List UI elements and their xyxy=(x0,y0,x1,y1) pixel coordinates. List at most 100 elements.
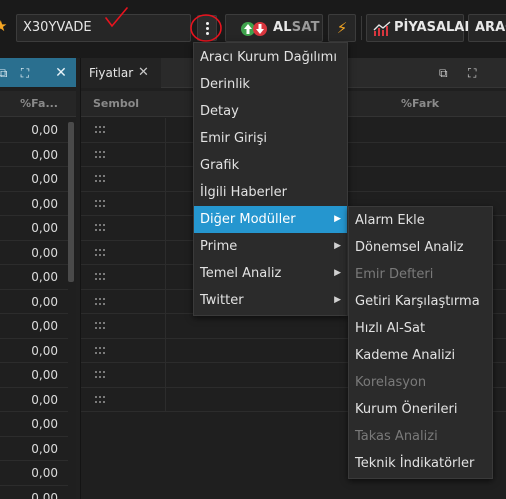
table-row[interactable]: 0,00 xyxy=(0,388,68,412)
table-row[interactable]: 0,00 xyxy=(0,241,68,265)
table-row[interactable]: 0,00 xyxy=(0,118,68,143)
drag-grip-icon[interactable] xyxy=(95,322,105,330)
drag-grip-icon[interactable] xyxy=(95,224,105,232)
table-row[interactable]: 0,00 xyxy=(0,437,68,461)
column-divider xyxy=(165,338,166,363)
drag-grip-icon[interactable] xyxy=(95,199,105,208)
submenu-item: Korelasyon xyxy=(349,369,492,396)
pct-value: 0,00 xyxy=(31,270,58,284)
drag-grip-icon[interactable] xyxy=(95,371,105,379)
table-row[interactable]: 0,00 xyxy=(0,216,68,241)
pct-value: 0,00 xyxy=(31,343,58,358)
drag-grip-icon[interactable] xyxy=(95,126,105,134)
menu-item[interactable]: Diğer Modüller ▶ xyxy=(194,206,347,233)
table-row[interactable]: 0,00 xyxy=(0,265,68,290)
tab-fiyatlar[interactable]: Fiyatlar ✕ xyxy=(81,58,161,88)
table-row[interactable]: 0,00 xyxy=(0,363,68,388)
pct-value: 0,00 xyxy=(31,123,58,137)
piyasalar-button[interactable]: PİYASALAR xyxy=(366,14,474,42)
menu-item[interactable]: Prime ▶ xyxy=(194,233,347,260)
tab-close-icon[interactable]: ✕ xyxy=(138,58,149,88)
column-divider xyxy=(165,265,166,289)
table-row[interactable]: 0,00 xyxy=(0,192,68,216)
table-row[interactable]: 0,00 xyxy=(0,339,68,363)
table-row[interactable]: 0,00 xyxy=(0,486,68,499)
table-row[interactable]: 0,00 xyxy=(0,461,68,486)
submenu-arrow-icon: ▶ xyxy=(334,268,341,278)
pct-value: 0,00 xyxy=(31,245,58,260)
column-divider xyxy=(165,191,166,216)
al-sat-label: ALSAT xyxy=(273,20,320,35)
table-row[interactable]: 0,00 xyxy=(0,167,68,192)
table-row[interactable]: 0,00 xyxy=(0,143,68,167)
lightning-button[interactable]: ⚡ xyxy=(328,14,356,42)
table-row[interactable]: 0,00 xyxy=(0,412,68,437)
column-divider xyxy=(165,387,166,412)
expand-icon[interactable]: ⛶ xyxy=(468,66,482,80)
submenu-item[interactable]: Getiri Karşılaştırma xyxy=(349,288,492,315)
tab-fiyatlar-label: Fiyatlar xyxy=(89,66,134,80)
al-sat-button[interactable]: ALSAT xyxy=(225,14,323,42)
column-divider xyxy=(165,216,166,240)
menu-item[interactable]: Twitter ▶ xyxy=(194,287,347,314)
diger-moduller-submenu: Alarm Ekle Dönemsel Analiz Emir Defteri Get… xyxy=(348,206,493,479)
drag-grip-icon[interactable] xyxy=(95,150,105,159)
drag-grip-icon[interactable] xyxy=(95,248,105,257)
app-root: ★ X30YVADE ALSAT ⚡ PİYASALAR ARA ⧉ ⛶ ✕ %… xyxy=(0,0,506,499)
close-icon[interactable]: ✕ xyxy=(54,66,68,80)
submenu-item[interactable]: Kademe Analizi xyxy=(349,342,492,369)
menu-item[interactable]: Detay xyxy=(194,98,347,125)
drag-grip-icon[interactable] xyxy=(95,175,105,183)
favorite-star-icon[interactable]: ★ xyxy=(0,18,10,34)
menu-item[interactable]: Temel Analiz ▶ xyxy=(194,260,347,287)
menu-item[interactable]: Aracı Kurum Dağılımı xyxy=(194,44,347,71)
chart-trend-icon xyxy=(373,21,391,36)
submenu-item[interactable]: Hızlı Al-Sat xyxy=(349,315,492,342)
pct-value: 0,00 xyxy=(31,392,58,407)
column-header-symbol[interactable]: Sembol xyxy=(93,91,139,117)
submenu-item-label: Emir Defteri xyxy=(355,267,434,282)
column-divider xyxy=(165,240,166,265)
drag-grip-icon[interactable] xyxy=(95,297,105,306)
menu-item[interactable]: Derinlik xyxy=(194,71,347,98)
drag-grip-icon[interactable] xyxy=(95,273,105,281)
menu-item-label: Diğer Modüller xyxy=(200,212,296,227)
expand-icon[interactable]: ⛶ xyxy=(18,66,32,80)
column-header-pct-change[interactable]: %Fark xyxy=(401,91,439,117)
menu-item-label: Twitter xyxy=(200,293,244,308)
table-row[interactable]: 0,00 xyxy=(0,290,68,314)
submenu-item[interactable]: Alarm Ekle xyxy=(349,207,492,234)
pct-value: 0,00 xyxy=(31,172,58,186)
left-scrollbar[interactable] xyxy=(68,122,74,282)
pct-value: 0,00 xyxy=(31,196,58,211)
submenu-item[interactable]: Teknik İndikatörler xyxy=(349,450,492,477)
checkmark-annotation-icon xyxy=(105,7,128,28)
menu-item-label: İlgili Haberler xyxy=(200,185,287,200)
column-divider xyxy=(165,118,166,142)
menu-item[interactable]: İlgili Haberler xyxy=(194,179,347,206)
popout-icon[interactable]: ⧉ xyxy=(0,66,10,80)
submenu-item[interactable]: Dönemsel Analiz xyxy=(349,234,492,261)
piyasalar-label: PİYASALAR xyxy=(394,20,475,35)
popout-icon[interactable]: ⧉ xyxy=(439,66,453,80)
submenu-item-label: Hızlı Al-Sat xyxy=(355,321,426,336)
column-divider xyxy=(165,142,166,167)
menu-item-label: Emir Girişi xyxy=(200,131,267,146)
column-header-pct[interactable]: %Fa... xyxy=(20,91,58,117)
submenu-item[interactable]: Kurum Önerileri xyxy=(349,396,492,423)
submenu-item-label: Korelasyon xyxy=(355,375,427,390)
pct-value: 0,00 xyxy=(31,221,58,235)
toolbar-divider xyxy=(361,16,362,40)
drag-grip-icon[interactable] xyxy=(95,346,105,355)
menu-item-label: Derinlik xyxy=(200,77,250,92)
submenu-item-label: Teknik İndikatörler xyxy=(355,456,475,471)
table-row[interactable]: 0,00 xyxy=(0,314,68,339)
menu-item-label: Prime xyxy=(200,239,238,254)
menu-item[interactable]: Emir Girişi xyxy=(194,125,347,152)
menu-item-label: Temel Analiz xyxy=(200,266,282,281)
menu-item[interactable]: Grafik xyxy=(194,152,347,179)
araclar-button[interactable]: ARAÇ xyxy=(468,14,506,42)
submenu-item-label: Getiri Karşılaştırma xyxy=(355,294,480,309)
menu-item-label: Grafik xyxy=(200,158,240,173)
drag-grip-icon[interactable] xyxy=(95,395,105,404)
